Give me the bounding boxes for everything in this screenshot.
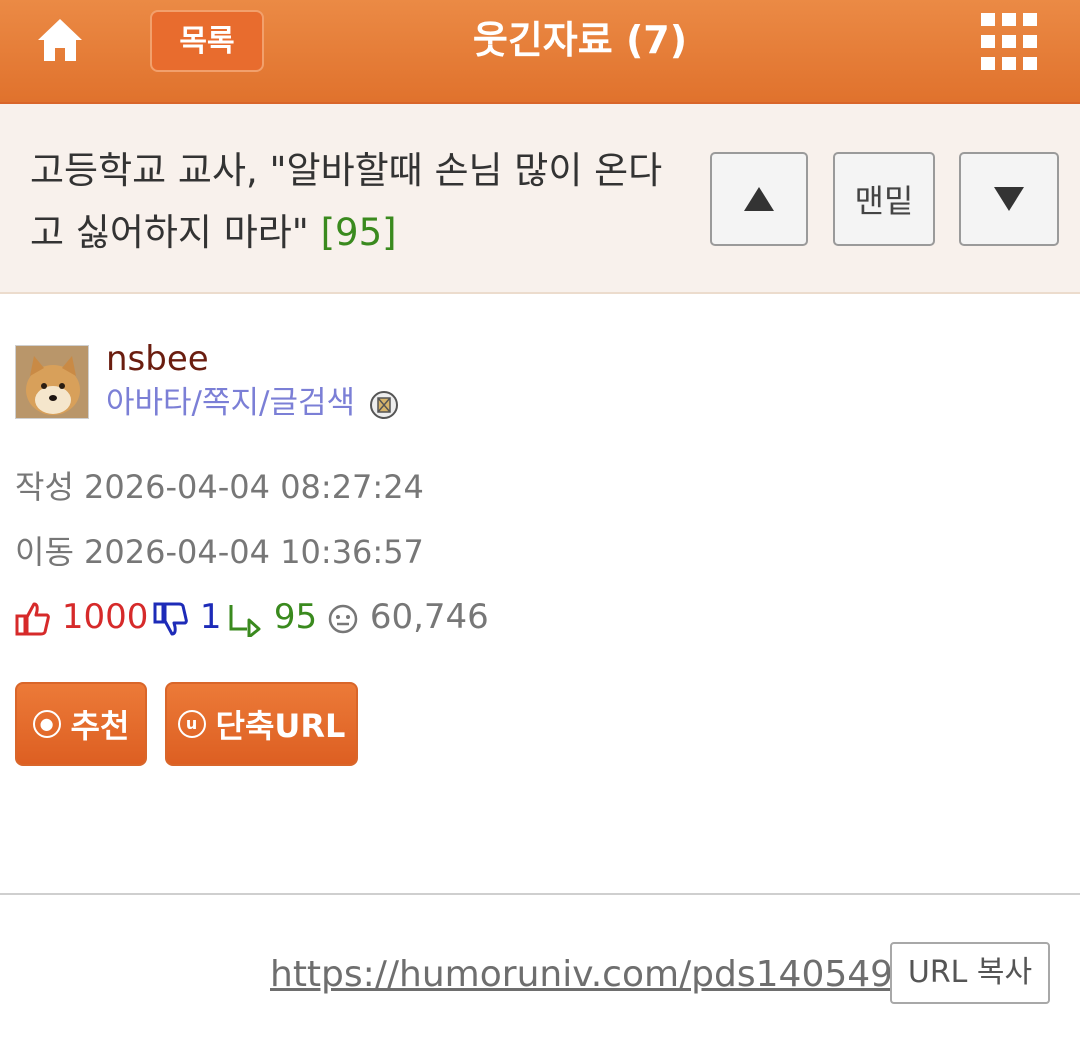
go-bottom-button[interactable]: 맨밑 <box>833 152 935 246</box>
comment-count[interactable]: [95] <box>321 211 397 254</box>
badge-icon <box>370 391 398 419</box>
author-name[interactable]: nsbee <box>106 337 209 381</box>
grid-menu-button[interactable] <box>978 12 1042 72</box>
reply-stat: 95 <box>227 594 317 640</box>
top-bar: 목록 웃긴자료 (7) <box>0 0 1080 104</box>
recommend-label: 추천 <box>70 707 130 745</box>
reply-count: 95 <box>273 597 318 637</box>
post-url-link[interactable]: https://humoruniv.com/pds1405491 <box>270 950 916 1000</box>
reply-icon <box>229 604 261 638</box>
divider <box>0 893 1080 895</box>
views-stat: 60,746 <box>327 594 489 640</box>
thumbs-up-icon <box>15 602 50 635</box>
post-title: 고등학교 교사, "알바할때 손님 많이 온다고 싫어하지 마라" [95] <box>30 140 670 264</box>
author-links[interactable]: 아바타/쪽지/글검색 <box>106 382 355 424</box>
home-button[interactable] <box>34 15 86 67</box>
post-title-band: 고등학교 교사, "알바할때 손님 많이 온다고 싫어하지 마라" [95] 맨… <box>0 104 1080 294</box>
short-url-circle-icon: u <box>177 710 206 738</box>
upvote-count: 1000 <box>61 597 149 637</box>
written-date: 작성 2026-04-04 08:27:24 <box>15 468 424 506</box>
thumbs-down-icon <box>153 602 188 635</box>
view-count: 60,746 <box>369 597 489 637</box>
prev-post-button[interactable] <box>710 152 808 246</box>
copy-url-button[interactable]: URL 복사 <box>890 942 1050 1004</box>
recommend-button[interactable]: ● 추천 <box>15 682 147 766</box>
views-face-icon <box>328 604 358 633</box>
short-url-button[interactable]: u 단축URL <box>165 682 358 766</box>
arrow-down-icon <box>994 187 1024 211</box>
upvote-stat: 1000 <box>15 594 148 640</box>
next-post-button[interactable] <box>959 152 1059 246</box>
downvote-count: 1 <box>199 597 222 637</box>
avatar-dog-image <box>16 346 88 418</box>
moved-date: 이동 2026-04-04 10:36:57 <box>15 533 424 571</box>
short-url-label: 단축URL <box>215 707 346 745</box>
recommend-circle-icon: ● <box>32 710 61 738</box>
page-title: 웃긴자료 (7) <box>472 18 688 62</box>
downvote-stat: 1 <box>153 594 221 640</box>
avatar[interactable] <box>15 345 89 419</box>
list-button[interactable]: 목록 <box>150 10 264 72</box>
home-icon <box>38 19 82 61</box>
grid-menu-icon <box>981 13 1037 70</box>
arrow-up-icon <box>744 187 774 211</box>
